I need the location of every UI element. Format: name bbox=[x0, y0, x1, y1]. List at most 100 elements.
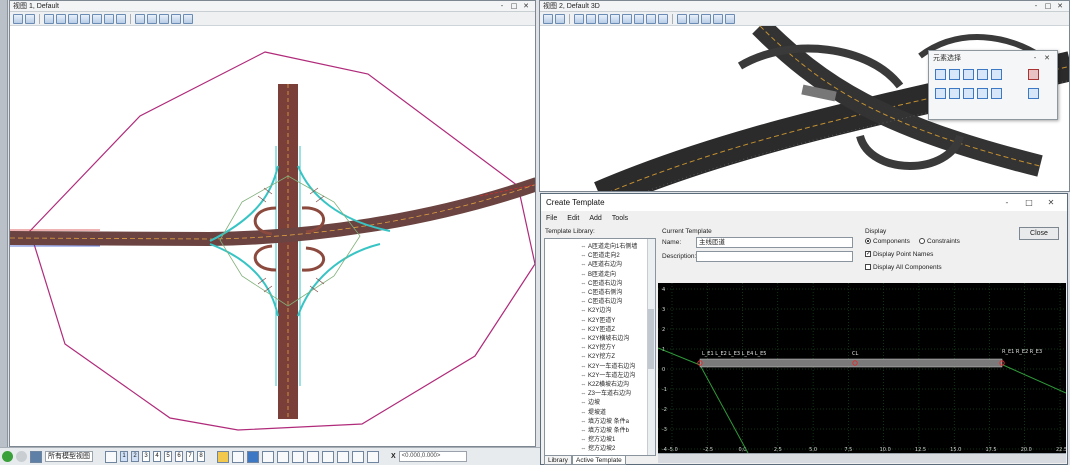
view-attributes-icon[interactable] bbox=[543, 13, 553, 24]
tab-library[interactable]: Library bbox=[544, 455, 572, 465]
library-item[interactable]: ⇔ C匝道右侧沟 bbox=[579, 289, 623, 297]
invert-mode-icon[interactable] bbox=[977, 88, 988, 99]
pointer-icon[interactable] bbox=[935, 88, 946, 99]
close-icon[interactable]: ✕ bbox=[1040, 198, 1062, 207]
next-view-icon[interactable] bbox=[689, 13, 699, 24]
green-status-icon[interactable] bbox=[2, 451, 13, 462]
view-number-7[interactable]: 7 bbox=[186, 451, 194, 462]
close-button[interactable]: Close bbox=[1019, 227, 1059, 240]
arc-tool-icon[interactable] bbox=[307, 450, 319, 463]
zoom-in-icon[interactable] bbox=[56, 13, 66, 24]
library-scroll-thumb[interactable] bbox=[648, 309, 654, 369]
library-item[interactable]: ⇔ A匝道走向1右侧墙 bbox=[579, 243, 638, 251]
menu-tools[interactable]: Tools bbox=[612, 215, 628, 222]
zoom-out-icon[interactable] bbox=[598, 13, 608, 24]
view-number-5[interactable]: 5 bbox=[164, 451, 172, 462]
library-item[interactable]: ⇔ A匝道右边沟 bbox=[579, 261, 623, 269]
minimize-icon[interactable]: - bbox=[1029, 54, 1041, 62]
clip-mask-icon[interactable] bbox=[183, 13, 193, 24]
clip-volume-icon[interactable] bbox=[171, 13, 181, 24]
copy-view-icon[interactable] bbox=[159, 13, 169, 24]
model-select[interactable]: 所有模型视图 bbox=[45, 451, 93, 462]
library-item[interactable]: ⇔ K2Y挖方Y bbox=[579, 344, 616, 352]
template-editor-canvas[interactable]: 43210-1-2-3-4-5.0-2.50.02.55.07.510.012.… bbox=[658, 283, 1066, 453]
library-item[interactable]: ⇔ 填方边坡 条件b bbox=[579, 427, 630, 435]
circle-tool-icon[interactable] bbox=[277, 450, 289, 463]
library-item[interactable]: ⇔ 堤坡道 bbox=[579, 409, 607, 417]
trim-tool-icon[interactable] bbox=[337, 450, 349, 463]
name-field[interactable]: 主线匝道 bbox=[696, 237, 853, 248]
folder-icon[interactable] bbox=[30, 450, 42, 463]
select-circle-icon[interactable] bbox=[977, 69, 988, 80]
display-point-names-checkbox[interactable]: ✓ Display Point Names bbox=[865, 251, 933, 258]
view-number-1[interactable]: 1 bbox=[120, 451, 128, 462]
library-item[interactable]: ⇔ C匝道走向2 bbox=[579, 252, 620, 260]
menu-add[interactable]: Add bbox=[589, 215, 601, 222]
library-item[interactable]: ⇔ K2Y一车道右边沟 bbox=[579, 363, 636, 371]
rotate-view-icon[interactable] bbox=[104, 13, 114, 24]
update-view-icon[interactable] bbox=[574, 13, 584, 24]
library-item[interactable]: ⇔ 挖方边坡2 bbox=[579, 445, 616, 453]
close-icon[interactable]: ✕ bbox=[520, 2, 532, 10]
library-item[interactable]: ⇔ B匝道走向 bbox=[579, 271, 617, 279]
view-attributes-icon[interactable] bbox=[13, 13, 23, 24]
library-item[interactable]: ⇔ K2Z横坡右边沟 bbox=[579, 381, 630, 389]
display-style-icon[interactable] bbox=[25, 13, 35, 24]
fit-view-icon[interactable] bbox=[92, 13, 102, 24]
menu-file[interactable]: File bbox=[546, 215, 557, 222]
draw-line-icon[interactable] bbox=[262, 450, 274, 463]
next-view-icon[interactable] bbox=[147, 13, 157, 24]
library-item[interactable]: ⇔ K2Y一车道左边沟 bbox=[579, 372, 636, 380]
zoom-out-icon[interactable] bbox=[68, 13, 78, 24]
view-number-2[interactable]: 2 bbox=[131, 451, 139, 462]
walk-icon[interactable] bbox=[646, 13, 656, 24]
minimize-icon[interactable]: - bbox=[1030, 2, 1042, 10]
close-icon[interactable]: ✕ bbox=[1041, 54, 1053, 62]
constraints-radio[interactable]: Constraints bbox=[919, 238, 960, 245]
clip-mask-icon[interactable] bbox=[725, 13, 735, 24]
update-view-icon[interactable] bbox=[44, 13, 54, 24]
view-number-6[interactable]: 6 bbox=[175, 451, 183, 462]
view-number-3[interactable]: 3 bbox=[142, 451, 150, 462]
camera-icon[interactable] bbox=[658, 13, 668, 24]
clip-volume-icon[interactable] bbox=[713, 13, 723, 24]
clear-mode-icon[interactable] bbox=[991, 88, 1002, 99]
view-number-8[interactable]: 8 bbox=[197, 451, 205, 462]
active-tool-icon[interactable] bbox=[247, 450, 259, 463]
window-area-icon[interactable] bbox=[610, 13, 620, 24]
library-scrollbar[interactable] bbox=[647, 239, 655, 455]
add-mode-icon[interactable] bbox=[949, 88, 960, 99]
select-shape-icon[interactable] bbox=[963, 69, 974, 80]
gear-icon[interactable] bbox=[292, 450, 304, 463]
components-radio[interactable]: Components bbox=[865, 238, 910, 245]
cross-tool-icon[interactable] bbox=[322, 450, 334, 463]
window-area-icon[interactable] bbox=[80, 13, 90, 24]
view-number-4[interactable]: 4 bbox=[153, 451, 161, 462]
select-block-icon[interactable] bbox=[949, 69, 960, 80]
maximize-icon[interactable]: □ bbox=[1042, 2, 1054, 10]
close-icon[interactable]: ✕ bbox=[1054, 2, 1066, 10]
back-icon[interactable] bbox=[16, 451, 27, 462]
minimize-icon[interactable]: - bbox=[496, 2, 508, 10]
library-item[interactable]: ⇔ C匝道右边沟 bbox=[579, 280, 623, 288]
rotate-view-icon[interactable] bbox=[634, 13, 644, 24]
copy-view-icon[interactable] bbox=[701, 13, 711, 24]
template-library-tree[interactable]: ⇔ A匝道走向1右侧墙 ⇔ C匝道走向2 ⇔ A匝道右边沟 ⇔ B匝道走向 ⇔ C匝道右边沟 ⇔ C匝… bbox=[544, 238, 656, 456]
library-item[interactable]: ⇔ K2Y横坡右边沟 bbox=[579, 335, 630, 343]
subtract-mode-icon[interactable] bbox=[963, 88, 974, 99]
select-element-icon[interactable] bbox=[935, 69, 946, 80]
fit-view-icon[interactable] bbox=[622, 13, 632, 24]
minimize-icon[interactable]: - bbox=[996, 198, 1018, 207]
select-line-icon[interactable] bbox=[991, 69, 1002, 80]
snap-icon[interactable] bbox=[217, 450, 229, 463]
tab-active-template[interactable]: Active Template bbox=[572, 455, 626, 465]
square-tool-icon[interactable] bbox=[367, 450, 379, 463]
measure-tool-icon[interactable] bbox=[352, 450, 364, 463]
description-field[interactable] bbox=[696, 251, 853, 262]
pavement-component[interactable] bbox=[699, 358, 1003, 368]
library-item[interactable]: ⇔ K2Y挖方Z bbox=[579, 353, 616, 361]
library-item[interactable]: ⇔ 填方边坡 条件a bbox=[579, 418, 630, 426]
maximize-icon[interactable]: □ bbox=[508, 2, 520, 10]
line-tool-icon[interactable] bbox=[232, 450, 244, 463]
zoom-in-icon[interactable] bbox=[586, 13, 596, 24]
